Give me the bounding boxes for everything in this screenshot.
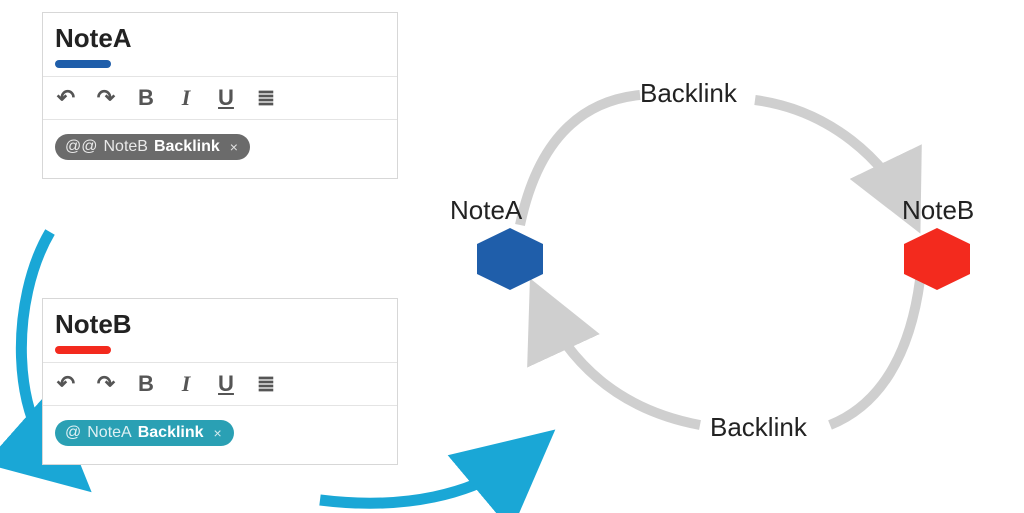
graph-edge-label-top: Backlink [640,78,737,109]
close-icon[interactable]: × [230,139,238,155]
chip-suffix: Backlink [138,424,204,442]
underline-button[interactable]: U [215,371,237,397]
note-card-b: NoteB ↶ ↷ B I U ≣ @ NoteA Backlink × [42,298,398,465]
list-icon[interactable]: ≣ [255,85,277,111]
undo-icon[interactable]: ↶ [55,85,77,111]
redo-icon[interactable]: ↷ [95,85,117,111]
editor-toolbar: ↶ ↷ B I U ≣ [43,362,397,406]
chip-suffix: Backlink [154,138,220,156]
italic-button[interactable]: I [175,85,197,111]
chip-target: NoteB [103,138,147,156]
chip-prefix: @@ [65,138,97,156]
backlink-chip[interactable]: @@ NoteB Backlink × [55,134,250,160]
bold-button[interactable]: B [135,85,157,111]
undo-icon[interactable]: ↶ [55,371,77,397]
hexagon-node-b [902,228,972,288]
italic-button[interactable]: I [175,371,197,397]
note-title: NoteB [43,299,397,342]
note-content[interactable]: @ NoteA Backlink × [43,406,397,464]
list-icon[interactable]: ≣ [255,371,277,397]
redo-icon[interactable]: ↷ [95,371,117,397]
stage: NoteA ↶ ↷ B I U ≣ @@ NoteB Backlink × No… [0,0,1024,513]
chip-prefix: @ [65,424,81,442]
chip-target: NoteA [87,424,131,442]
graph-edge-label-bottom: Backlink [710,412,807,443]
note-title: NoteA [43,13,397,56]
graph-node-label-b: NoteB [902,195,974,226]
note-card-a: NoteA ↶ ↷ B I U ≣ @@ NoteB Backlink × [42,12,398,179]
bold-button[interactable]: B [135,371,157,397]
note-content[interactable]: @@ NoteB Backlink × [43,120,397,178]
hexagon-node-a [475,228,545,288]
editor-toolbar: ↶ ↷ B I U ≣ [43,76,397,120]
accent-bar [55,346,111,354]
close-icon[interactable]: × [214,425,222,441]
accent-bar [55,60,111,68]
graph-node-label-a: NoteA [450,195,522,226]
underline-button[interactable]: U [215,85,237,111]
backlink-chip[interactable]: @ NoteA Backlink × [55,420,234,446]
